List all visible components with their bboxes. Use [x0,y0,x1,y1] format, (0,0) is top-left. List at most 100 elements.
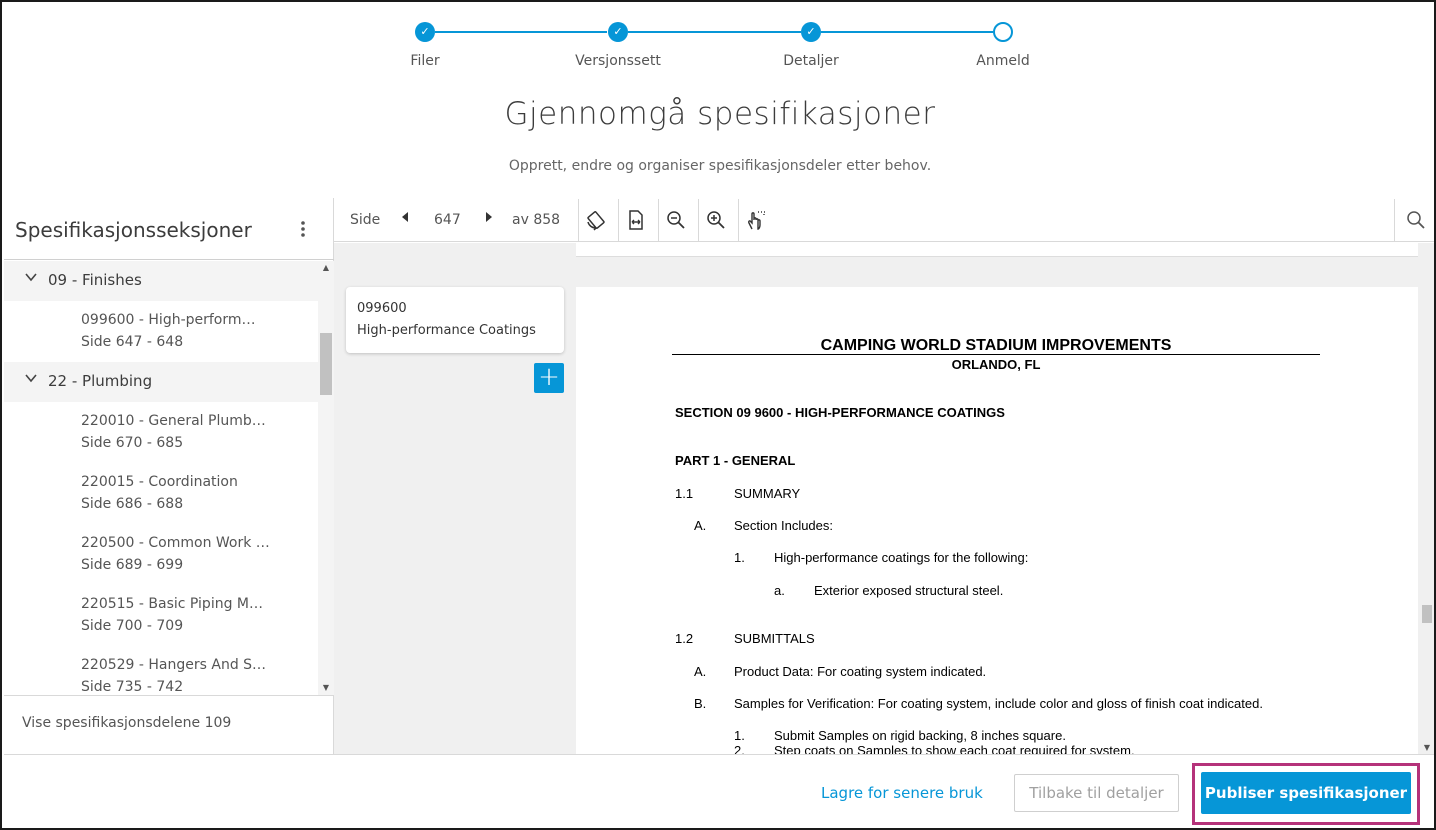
step-connector [821,31,993,33]
progress-stepper: ✓ ✓ ✓ Filer Versjonssett Detaljer Anmeld [2,22,1434,72]
section-markers-pane: 099600 High-performance Coatings + [334,243,576,754]
section-pages: Side 689 - 699 [81,557,184,573]
doc-section-heading: SECTION 09 9600 - HIGH-PERFORMANCE COATI… [675,405,1005,420]
toolbar-divider [578,199,579,242]
total-pages-label: av 858 [512,212,561,228]
step-connector [435,31,607,33]
section-count-text: Vise spesifikasjonsdelene 109 [22,715,232,731]
section-name: 220500 - Common Work … [81,535,270,551]
scroll-down-arrow-icon[interactable]: ▼ [318,681,334,695]
list-item[interactable]: 220515 - Basic Piping M… Side 700 - 709 [4,585,318,646]
scroll-up-arrow-icon[interactable]: ▲ [318,261,334,275]
doc-line-text: Samples for Verification: For coating sy… [734,696,1263,711]
doc-line-text: Submit Samples on rigid backing, 8 inche… [774,728,1066,743]
rotate-icon[interactable] [584,208,608,232]
tree-group-09-finishes[interactable]: 09 - Finishes [4,261,318,301]
document-page: CAMPING WORLD STADIUM IMPROVEMENTS ORLAN… [576,287,1418,754]
tree-group-label: 09 - Finishes [48,271,142,289]
doc-title: CAMPING WORLD STADIUM IMPROVEMENTS [820,337,1172,354]
chevron-down-icon[interactable] [24,270,38,288]
section-name: 220015 - Coordination [81,474,238,490]
search-icon[interactable] [1404,208,1428,232]
step-label-versjonssett[interactable]: Versjonssett [538,53,698,69]
toolbar-divider [738,199,739,242]
list-item[interactable]: 220015 - Coordination Side 686 - 688 [4,463,318,524]
zoom-out-icon[interactable] [664,208,688,232]
doc-line-text: SUMMARY [734,486,801,501]
scrollbar-thumb[interactable] [320,333,332,395]
section-name: 099600 - High-perform… [81,312,256,328]
tree-group-22-plumbing[interactable]: 22 - Plumbing [4,362,318,402]
doc-line-num: 1. [734,550,745,565]
app-window: ✓ ✓ ✓ Filer Versjonssett Detaljer Anmeld… [0,0,1436,830]
document-viewer[interactable]: CAMPING WORLD STADIUM IMPROVEMENTS ORLAN… [576,243,1434,754]
page-subtitle: Opprett, endre og organiser spesifikasjo… [508,158,932,174]
prev-page-icon[interactable] [401,211,409,226]
step-label-detaljer[interactable]: Detaljer [731,53,891,69]
panel-footer: Vise spesifikasjonsdelene 109 [4,695,334,754]
pan-hand-icon[interactable] [744,208,768,232]
current-page-input[interactable]: 647 [434,212,461,228]
section-name: 220010 - General Plumb… [81,413,266,429]
doc-line-text: Product Data: For coating system indicat… [734,664,987,679]
add-section-button[interactable]: + [534,363,564,393]
step-label-anmeld: Anmeld [976,53,1030,69]
doc-line-num: B. [694,696,707,711]
more-options-icon[interactable] [297,220,309,238]
section-pages: Side 686 - 688 [81,496,184,512]
panel-title: Spesifikasjonsseksjoner [15,218,252,242]
toolbar-divider [1394,199,1395,242]
page-label: Side [350,212,381,228]
section-name: 220515 - Basic Piping M… [81,596,263,612]
step-anmeld-circle-icon [993,22,1013,42]
next-page-icon[interactable] [485,211,493,226]
step-label-filer[interactable]: Filer [345,53,505,69]
doc-line-text: SUBMITTALS [734,631,815,646]
doc-location: ORLANDO, FL [951,357,1041,372]
back-to-details-button[interactable]: Tilbake til detaljer [1014,774,1179,812]
section-name: 220529 - Hangers And S… [81,657,267,673]
page-title: Gjennomgå spesifikasjoner [504,96,936,132]
list-item[interactable]: 220529 - Hangers And S… Side 735 - 742 [4,646,318,695]
section-card-code: 099600 [357,301,407,316]
chevron-down-icon[interactable] [24,371,38,389]
spec-sections-panel: Spesifikasjonsseksjoner 09 - Finishes 09… [4,198,334,754]
scrollbar-thumb[interactable] [1422,605,1432,623]
previous-page-edge [576,243,1418,257]
step-filer-check-icon[interactable]: ✓ [415,22,435,42]
doc-line-num: 1.1 [675,486,694,501]
tree-scrollbar[interactable]: ▲ ▼ [318,261,334,695]
scroll-down-arrow-icon[interactable]: ▼ [1418,743,1434,752]
toolbar-divider [618,199,619,242]
doc-divider [672,354,1320,355]
section-pages: Side 670 - 685 [81,435,184,451]
step-detaljer-check-icon[interactable]: ✓ [801,22,821,42]
step-connector [628,31,801,33]
doc-line-num: A. [694,518,707,533]
doc-line-text: High-performance coatings for the follow… [774,550,1029,565]
panel-header: Spesifikasjonsseksjoner [4,198,334,260]
toolbar-divider [698,199,699,242]
section-card[interactable]: 099600 High-performance Coatings [346,287,564,353]
section-pages: Side 647 - 648 [81,334,184,350]
section-card-description: High-performance Coatings [357,323,536,338]
doc-line-text: Exterior exposed structural steel. [814,583,1004,598]
list-item[interactable]: 220010 - General Plumb… Side 670 - 685 [4,402,318,463]
doc-line-num: 2. [734,743,745,754]
doc-line-num: 1. [734,728,745,743]
sections-tree: 09 - Finishes 099600 - High-perform… Sid… [4,261,318,695]
step-versjonssett-check-icon[interactable]: ✓ [608,22,628,42]
publish-specs-button[interactable]: Publiser spesifikasjoner [1201,772,1411,814]
tree-group-label: 22 - Plumbing [48,372,153,390]
section-pages: Side 735 - 742 [81,679,184,695]
doc-line-text: Section Includes: [734,518,834,533]
viewer-scrollbar[interactable]: ▼ [1418,243,1434,754]
list-item[interactable]: 220500 - Common Work … Side 689 - 699 [4,524,318,585]
footer-actions: Lagre for senere bruk Tilbake til detalj… [4,754,1434,828]
doc-line-num: A. [694,664,707,679]
fit-width-icon[interactable] [624,208,648,232]
doc-line-num: a. [774,583,785,598]
save-for-later-button[interactable]: Lagre for senere bruk [821,784,983,802]
zoom-in-icon[interactable] [704,208,728,232]
list-item[interactable]: 099600 - High-perform… Side 647 - 648 [4,301,318,362]
